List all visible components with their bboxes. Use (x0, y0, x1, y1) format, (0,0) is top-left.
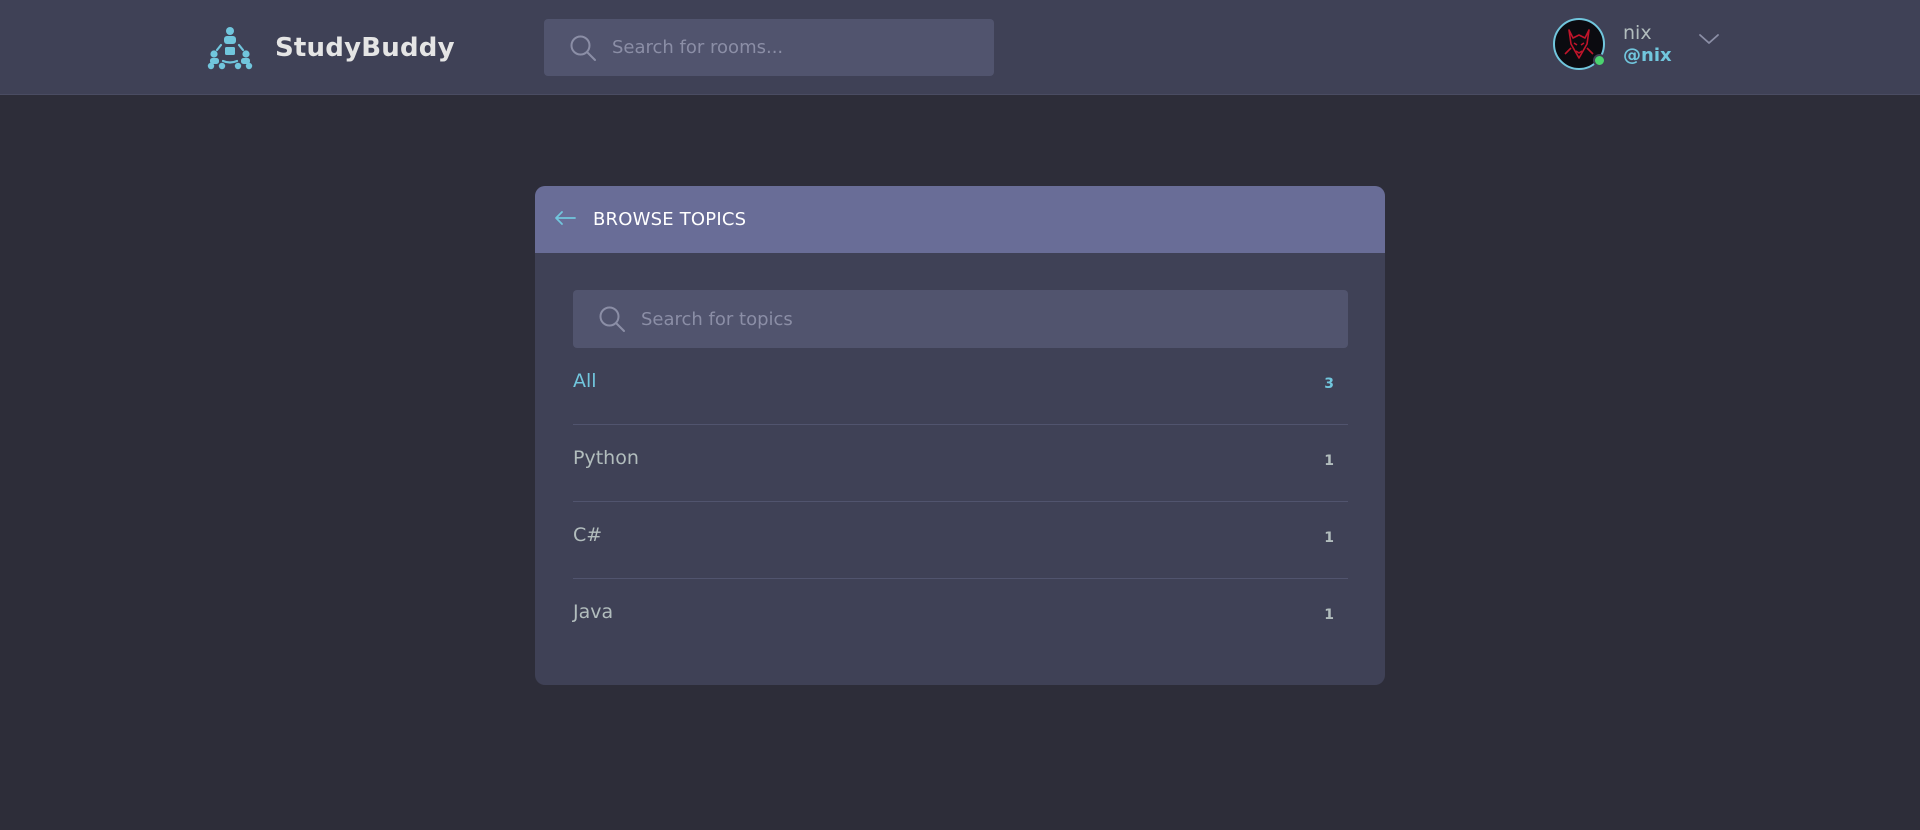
people-group-icon (207, 27, 253, 70)
room-search-input[interactable] (610, 36, 970, 59)
avatar[interactable] (1553, 18, 1606, 70)
search-icon (570, 35, 596, 61)
user-identity: nix @nix (1623, 21, 1672, 67)
browse-topics-panel: BROWSE TOPICS All 3 Python 1 C# 1 (535, 186, 1385, 685)
topic-search-input[interactable] (639, 307, 1319, 331)
room-search-bar[interactable] (544, 19, 994, 76)
topic-search-bar[interactable] (573, 290, 1348, 348)
topic-count: 1 (1324, 453, 1334, 469)
topic-name: C# (573, 524, 603, 546)
app-logo-link[interactable]: StudyBuddy (207, 26, 455, 70)
topic-name: All (573, 370, 597, 392)
user-handle: @nix (1623, 45, 1672, 66)
topic-item-python[interactable]: Python 1 (573, 425, 1348, 502)
chevron-down-icon[interactable] (1698, 32, 1720, 46)
arrow-left-icon[interactable] (554, 210, 576, 226)
user-display-name: nix (1623, 22, 1652, 44)
topic-list: All 3 Python 1 C# 1 Java 1 (573, 348, 1348, 656)
user-menu[interactable]: nix @nix (1553, 18, 1720, 70)
panel-body: All 3 Python 1 C# 1 Java 1 (535, 253, 1385, 656)
user-avatar-icon (1564, 29, 1594, 59)
search-icon (599, 306, 625, 332)
topic-name: Java (573, 601, 614, 623)
online-status-indicator (1593, 54, 1606, 67)
app-name: StudyBuddy (275, 33, 455, 63)
topic-item-csharp[interactable]: C# 1 (573, 502, 1348, 579)
top-navbar: StudyBuddy nix @nix (0, 0, 1920, 95)
topic-count: 1 (1324, 607, 1334, 623)
topic-count: 1 (1324, 530, 1334, 546)
topic-count: 3 (1324, 376, 1334, 392)
panel-title: BROWSE TOPICS (593, 209, 747, 230)
topic-item-java[interactable]: Java 1 (573, 579, 1348, 656)
topic-item-all[interactable]: All 3 (573, 348, 1348, 425)
topic-name: Python (573, 447, 639, 469)
panel-header: BROWSE TOPICS (535, 186, 1385, 253)
